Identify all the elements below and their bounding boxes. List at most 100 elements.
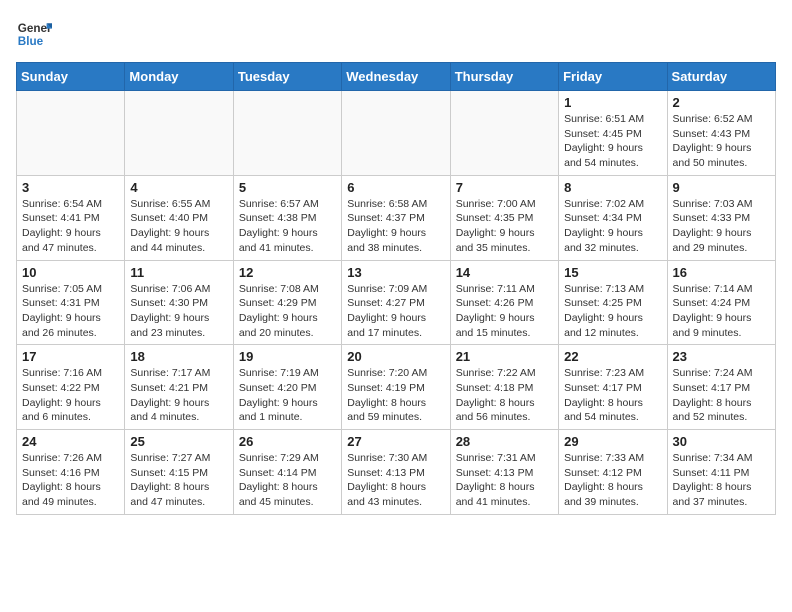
day-number: 19 — [239, 349, 336, 364]
day-number: 1 — [564, 95, 661, 110]
header: General Blue — [16, 16, 776, 52]
calendar-cell — [450, 91, 558, 176]
day-number: 28 — [456, 434, 553, 449]
week-row-2: 3Sunrise: 6:54 AM Sunset: 4:41 PM Daylig… — [17, 175, 776, 260]
day-info: Sunrise: 7:06 AM Sunset: 4:30 PM Dayligh… — [130, 282, 227, 341]
day-number: 7 — [456, 180, 553, 195]
day-info: Sunrise: 7:19 AM Sunset: 4:20 PM Dayligh… — [239, 366, 336, 425]
day-number: 4 — [130, 180, 227, 195]
calendar-cell: 5 Sunrise: 6:57 AM Sunset: 4:38 PM Daylig… — [233, 175, 341, 260]
weekday-header-sunday: Sunday — [17, 63, 125, 91]
calendar-cell: 25 Sunrise: 7:27 AM Sunset: 4:15 PM Dayli… — [125, 430, 233, 515]
calendar-cell: 11Sunrise: 7:06 AM Sunset: 4:30 PM Dayli… — [125, 260, 233, 345]
day-info: Sunrise: 6:52 AM Sunset: 4:43 PM Dayligh… — [673, 112, 770, 171]
day-number: 21 — [456, 349, 553, 364]
day-info: Sunrise: 7:08 AM Sunset: 4:29 PM Dayligh… — [239, 282, 336, 341]
calendar-table: SundayMondayTuesdayWednesdayThursdayFrid… — [16, 62, 776, 515]
calendar-cell: 21 Sunrise: 7:22 AM Sunset: 4:18 PM Dayli… — [450, 345, 558, 430]
day-number: 20 — [347, 349, 444, 364]
day-number: 22 — [564, 349, 661, 364]
calendar-cell: 10 Sunrise: 7:05 AM Sunset: 4:31 PM Dayli… — [17, 260, 125, 345]
day-info: Sunrise: 7:24 AM Sunset: 4:17 PM Dayligh… — [673, 366, 770, 425]
weekday-header-monday: Monday — [125, 63, 233, 91]
weekday-header-thursday: Thursday — [450, 63, 558, 91]
calendar-cell: 20 Sunrise: 7:20 AM Sunset: 4:19 PM Dayli… — [342, 345, 450, 430]
weekday-header-friday: Friday — [559, 63, 667, 91]
day-number: 25 — [130, 434, 227, 449]
day-info: Sunrise: 6:54 AM Sunset: 4:41 PM Dayligh… — [22, 197, 119, 256]
day-number: 18 — [130, 349, 227, 364]
calendar-cell — [233, 91, 341, 176]
calendar-cell — [17, 91, 125, 176]
calendar-cell: 17Sunrise: 7:16 AM Sunset: 4:22 PM Dayli… — [17, 345, 125, 430]
day-number: 15 — [564, 265, 661, 280]
day-info: Sunrise: 7:23 AM Sunset: 4:17 PM Dayligh… — [564, 366, 661, 425]
day-number: 10 — [22, 265, 119, 280]
day-number: 26 — [239, 434, 336, 449]
day-number: 24 — [22, 434, 119, 449]
calendar-cell: 29 Sunrise: 7:33 AM Sunset: 4:12 PM Dayli… — [559, 430, 667, 515]
calendar-cell: 4 Sunrise: 6:55 AM Sunset: 4:40 PM Daylig… — [125, 175, 233, 260]
day-info: Sunrise: 7:27 AM Sunset: 4:15 PM Dayligh… — [130, 451, 227, 510]
calendar-cell: 15 Sunrise: 7:13 AM Sunset: 4:25 PM Dayli… — [559, 260, 667, 345]
calendar-cell: 16Sunrise: 7:14 AM Sunset: 4:24 PM Dayli… — [667, 260, 775, 345]
calendar-cell: 6 Sunrise: 6:58 AM Sunset: 4:37 PM Daylig… — [342, 175, 450, 260]
calendar-cell: 7 Sunrise: 7:00 AM Sunset: 4:35 PM Daylig… — [450, 175, 558, 260]
svg-text:Blue: Blue — [18, 35, 44, 48]
day-info: Sunrise: 7:16 AM Sunset: 4:22 PM Dayligh… — [22, 366, 119, 425]
day-info: Sunrise: 7:34 AM Sunset: 4:11 PM Dayligh… — [673, 451, 770, 510]
day-info: Sunrise: 7:11 AM Sunset: 4:26 PM Dayligh… — [456, 282, 553, 341]
calendar-cell: 27 Sunrise: 7:30 AM Sunset: 4:13 PM Dayli… — [342, 430, 450, 515]
calendar-cell: 24 Sunrise: 7:26 AM Sunset: 4:16 PM Dayli… — [17, 430, 125, 515]
day-info: Sunrise: 6:55 AM Sunset: 4:40 PM Dayligh… — [130, 197, 227, 256]
calendar-cell: 2 Sunrise: 6:52 AM Sunset: 4:43 PM Daylig… — [667, 91, 775, 176]
day-info: Sunrise: 6:57 AM Sunset: 4:38 PM Dayligh… — [239, 197, 336, 256]
day-number: 6 — [347, 180, 444, 195]
day-info: Sunrise: 7:33 AM Sunset: 4:12 PM Dayligh… — [564, 451, 661, 510]
day-info: Sunrise: 7:20 AM Sunset: 4:19 PM Dayligh… — [347, 366, 444, 425]
calendar-cell: 1 Sunrise: 6:51 AM Sunset: 4:45 PM Daylig… — [559, 91, 667, 176]
calendar-cell: 9 Sunrise: 7:03 AM Sunset: 4:33 PM Daylig… — [667, 175, 775, 260]
calendar-cell: 3Sunrise: 6:54 AM Sunset: 4:41 PM Daylig… — [17, 175, 125, 260]
day-number: 2 — [673, 95, 770, 110]
day-info: Sunrise: 6:51 AM Sunset: 4:45 PM Dayligh… — [564, 112, 661, 171]
day-info: Sunrise: 7:26 AM Sunset: 4:16 PM Dayligh… — [22, 451, 119, 510]
day-info: Sunrise: 7:09 AM Sunset: 4:27 PM Dayligh… — [347, 282, 444, 341]
day-info: Sunrise: 7:17 AM Sunset: 4:21 PM Dayligh… — [130, 366, 227, 425]
day-info: Sunrise: 7:13 AM Sunset: 4:25 PM Dayligh… — [564, 282, 661, 341]
calendar-cell: 12 Sunrise: 7:08 AM Sunset: 4:29 PM Dayli… — [233, 260, 341, 345]
day-number: 13 — [347, 265, 444, 280]
day-number: 29 — [564, 434, 661, 449]
day-number: 9 — [673, 180, 770, 195]
day-number: 12 — [239, 265, 336, 280]
weekday-header-saturday: Saturday — [667, 63, 775, 91]
weekday-header-row: SundayMondayTuesdayWednesdayThursdayFrid… — [17, 63, 776, 91]
calendar-cell: 13 Sunrise: 7:09 AM Sunset: 4:27 PM Dayli… — [342, 260, 450, 345]
day-info: Sunrise: 7:00 AM Sunset: 4:35 PM Dayligh… — [456, 197, 553, 256]
calendar-cell: 28 Sunrise: 7:31 AM Sunset: 4:13 PM Dayli… — [450, 430, 558, 515]
day-info: Sunrise: 7:05 AM Sunset: 4:31 PM Dayligh… — [22, 282, 119, 341]
day-number: 30 — [673, 434, 770, 449]
day-number: 14 — [456, 265, 553, 280]
day-number: 8 — [564, 180, 661, 195]
day-info: Sunrise: 7:31 AM Sunset: 4:13 PM Dayligh… — [456, 451, 553, 510]
day-info: Sunrise: 7:03 AM Sunset: 4:33 PM Dayligh… — [673, 197, 770, 256]
day-info: Sunrise: 7:30 AM Sunset: 4:13 PM Dayligh… — [347, 451, 444, 510]
logo: General Blue — [16, 16, 52, 52]
day-number: 23 — [673, 349, 770, 364]
day-number: 16 — [673, 265, 770, 280]
week-row-4: 17Sunrise: 7:16 AM Sunset: 4:22 PM Dayli… — [17, 345, 776, 430]
day-number: 27 — [347, 434, 444, 449]
day-info: Sunrise: 7:29 AM Sunset: 4:14 PM Dayligh… — [239, 451, 336, 510]
week-row-1: 1 Sunrise: 6:51 AM Sunset: 4:45 PM Daylig… — [17, 91, 776, 176]
day-info: Sunrise: 7:22 AM Sunset: 4:18 PM Dayligh… — [456, 366, 553, 425]
day-info: Sunrise: 7:02 AM Sunset: 4:34 PM Dayligh… — [564, 197, 661, 256]
calendar-cell: 23 Sunrise: 7:24 AM Sunset: 4:17 PM Dayli… — [667, 345, 775, 430]
calendar-cell: 22 Sunrise: 7:23 AM Sunset: 4:17 PM Dayli… — [559, 345, 667, 430]
calendar-cell — [125, 91, 233, 176]
day-info: Sunrise: 6:58 AM Sunset: 4:37 PM Dayligh… — [347, 197, 444, 256]
logo-icon: General Blue — [16, 16, 52, 52]
calendar-cell: 18 Sunrise: 7:17 AM Sunset: 4:21 PM Dayli… — [125, 345, 233, 430]
day-number: 5 — [239, 180, 336, 195]
week-row-3: 10 Sunrise: 7:05 AM Sunset: 4:31 PM Dayli… — [17, 260, 776, 345]
